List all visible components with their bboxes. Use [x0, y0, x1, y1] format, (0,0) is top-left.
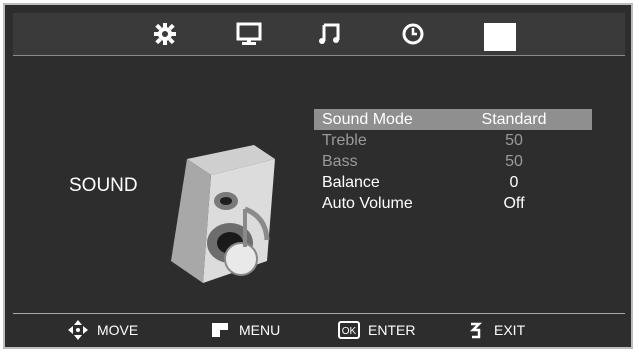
- footer-hints: MOVE MENU OK ENTER EXIT: [13, 313, 625, 346]
- music-note-icon[interactable]: [315, 19, 345, 49]
- content-area: SOUND Sound Mode Standard Treble 50 Bass…: [13, 63, 625, 318]
- menu-item-auto-volume[interactable]: Auto Volume Off: [314, 193, 592, 214]
- menu-item-treble: Treble 50: [314, 130, 592, 151]
- menu-hint: MENU: [209, 319, 280, 341]
- active-tab[interactable]: [484, 23, 516, 51]
- speaker-icon: [159, 135, 289, 295]
- top-tab-bar: [13, 13, 625, 56]
- menu-item-label: Auto Volume: [322, 194, 413, 212]
- osd-screen: SOUND Sound Mode Standard Treble 50 Bass…: [3, 3, 633, 349]
- clock-icon[interactable]: [398, 19, 428, 49]
- menu-item-label: Balance: [322, 173, 380, 191]
- menu-item-label: Sound Mode: [322, 110, 413, 128]
- exit-label: EXIT: [494, 322, 526, 338]
- menu-item-bass: Bass 50: [314, 151, 592, 172]
- ok-button-icon: OK: [338, 319, 360, 341]
- menu-item-label: Treble: [322, 131, 367, 149]
- ok-icon-text: OK: [342, 326, 357, 337]
- section-title: SOUND: [69, 175, 138, 196]
- gear-icon[interactable]: [150, 19, 180, 49]
- move-label: MOVE: [97, 322, 139, 338]
- menu-item-value: Standard: [481, 110, 547, 128]
- monitor-icon[interactable]: [234, 19, 264, 49]
- menu-item-balance[interactable]: Balance 0: [314, 172, 592, 193]
- menu-item-label: Bass: [322, 152, 358, 170]
- menu-item-value: 50: [505, 152, 523, 170]
- menu-item-value: Off: [503, 194, 525, 212]
- enter-label: ENTER: [368, 322, 416, 338]
- sound-menu: Sound Mode Standard Treble 50 Bass 50 Ba…: [314, 109, 592, 214]
- menu-button-icon: [209, 319, 231, 341]
- exit-return-icon: [464, 319, 486, 341]
- move-hint: MOVE: [67, 319, 138, 341]
- menu-label: MENU: [239, 322, 281, 338]
- menu-item-value: 0: [509, 173, 519, 191]
- exit-hint: EXIT: [464, 319, 525, 341]
- move-arrows-icon: [67, 319, 89, 341]
- menu-item-sound-mode[interactable]: Sound Mode Standard: [314, 109, 592, 130]
- menu-item-value: 50: [505, 131, 523, 149]
- enter-hint: OK ENTER: [338, 319, 415, 341]
